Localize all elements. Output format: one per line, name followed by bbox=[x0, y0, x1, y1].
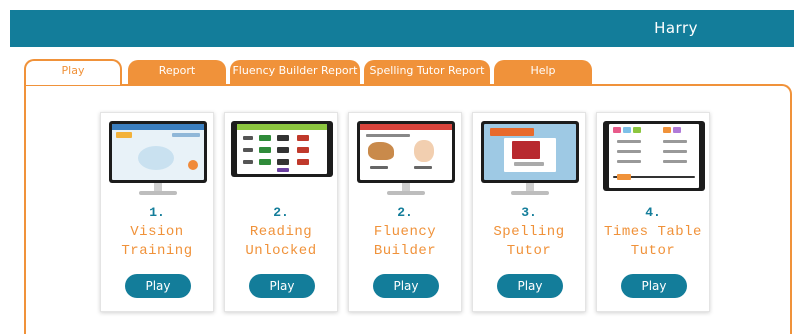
card-title-line2: Tutor bbox=[506, 243, 552, 259]
card-title-line1: Spelling bbox=[493, 224, 565, 240]
monitor-preview bbox=[109, 121, 207, 183]
card-title-line2: Training bbox=[121, 243, 193, 259]
tab-play[interactable]: Play bbox=[24, 59, 122, 85]
play-button[interactable]: Play bbox=[373, 274, 439, 298]
card-number: 3. bbox=[521, 205, 537, 220]
tab-help[interactable]: Help bbox=[494, 60, 592, 84]
card-title-line1: Fluency bbox=[373, 224, 437, 240]
play-button[interactable]: Play bbox=[497, 274, 563, 298]
fluency-builder-screenshot bbox=[360, 124, 452, 180]
program-card-fluency-builder: 2. Fluency Builder Play bbox=[348, 112, 462, 312]
card-title-line2: Builder bbox=[373, 243, 437, 259]
tab-fluency-builder-report[interactable]: Fluency Builder Report bbox=[230, 60, 360, 84]
program-card-reading-unlocked: 2. Reading Unlocked Play bbox=[224, 112, 338, 312]
play-button[interactable]: Play bbox=[125, 274, 191, 298]
tab-spelling-tutor-report[interactable]: Spelling Tutor Report bbox=[364, 60, 490, 84]
program-card-spelling-tutor: 3. Spelling Tutor Play bbox=[472, 112, 586, 312]
monitor-base bbox=[387, 191, 425, 195]
tab-report[interactable]: Report bbox=[128, 60, 226, 84]
user-name[interactable]: Harry bbox=[654, 19, 698, 37]
card-title: Times Table Tutor bbox=[597, 223, 709, 261]
card-title: Reading Unlocked bbox=[225, 223, 337, 261]
card-title-line2: Unlocked bbox=[245, 243, 317, 259]
card-title-line1: Times Table bbox=[604, 224, 702, 240]
vision-training-screenshot bbox=[112, 124, 204, 180]
monitor-preview bbox=[357, 121, 455, 183]
card-title: Spelling Tutor bbox=[473, 223, 585, 261]
program-card-times-table-tutor: 4. Times Table Tutor Play bbox=[596, 112, 710, 312]
times-table-screenshot bbox=[609, 124, 699, 188]
card-title: Fluency Builder bbox=[349, 223, 461, 261]
card-title-line1: Vision bbox=[130, 224, 184, 240]
monitor-base bbox=[139, 191, 177, 195]
tablet-preview bbox=[231, 121, 333, 177]
card-title: Vision Training bbox=[101, 223, 213, 261]
card-number: 1. bbox=[149, 205, 165, 220]
card-number: 2. bbox=[397, 205, 413, 220]
card-title-line2: Tutor bbox=[630, 243, 676, 259]
monitor-stand bbox=[526, 183, 534, 191]
card-title-line1: Reading bbox=[249, 224, 313, 240]
reading-unlocked-screenshot bbox=[237, 124, 327, 174]
play-button[interactable]: Play bbox=[621, 274, 687, 298]
top-header: Harry bbox=[10, 10, 794, 47]
monitor-preview bbox=[481, 121, 579, 183]
spelling-tutor-screenshot bbox=[484, 124, 576, 180]
card-number: 4. bbox=[645, 205, 661, 220]
monitor-stand bbox=[154, 183, 162, 191]
play-button[interactable]: Play bbox=[249, 274, 315, 298]
monitor-base bbox=[511, 191, 549, 195]
tablet-preview bbox=[603, 121, 705, 191]
card-number: 2. bbox=[273, 205, 289, 220]
monitor-stand bbox=[402, 183, 410, 191]
program-card-vision-training: 1. Vision Training Play bbox=[100, 112, 214, 312]
